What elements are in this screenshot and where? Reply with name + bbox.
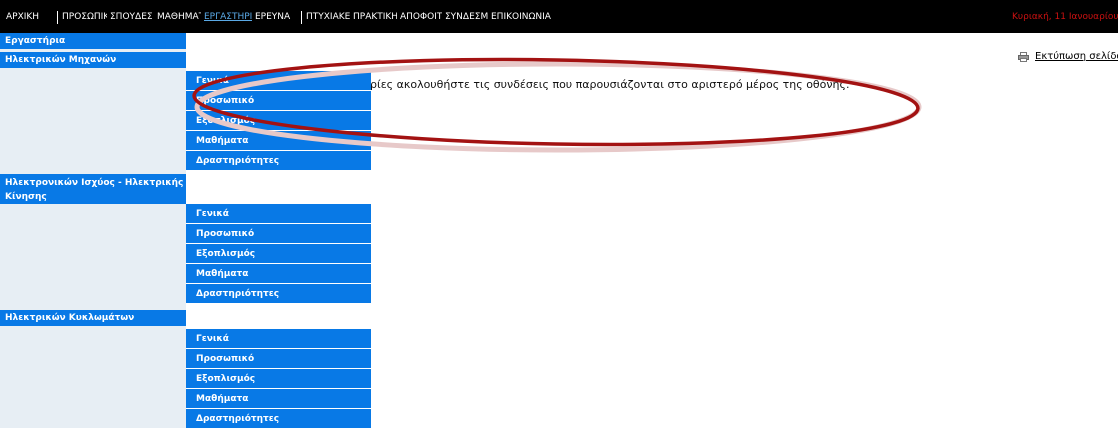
- sidebar-item-equipment[interactable]: Εξοπλισμός: [186, 244, 371, 264]
- sidebar-labs: Εργαστήρια Ηλεκτρικών Μηχανών Γενικά Προ…: [0, 33, 371, 429]
- sidebar-item-general[interactable]: Γενικά: [186, 329, 371, 349]
- nav-item-prosopiko[interactable]: ΠΡΟΣΩΠΙΚΟ: [62, 7, 107, 27]
- nav-separator: [57, 11, 58, 24]
- sidebar-title: Εργαστήρια: [0, 33, 186, 49]
- print-page-link[interactable]: Εκτύπωση σελίδας: [1035, 51, 1118, 62]
- sidebar-item-staff[interactable]: Προσωπικό: [186, 349, 371, 369]
- sidebar-section-power-electronics[interactable]: Ηλεκτρονικών Ισχύος - Ηλεκτρικής Κίνησης: [0, 174, 186, 204]
- sidebar-item-activities[interactable]: Δραστηριότητες: [186, 284, 371, 304]
- sidebar-section-electrical-machines[interactable]: Ηλεκτρικών Μηχανών: [0, 52, 186, 68]
- nav-separator: [301, 11, 302, 24]
- sidebar-item-equipment[interactable]: Εξοπλισμός: [186, 111, 371, 131]
- sidebar-item-activities[interactable]: Δραστηριότητες: [186, 151, 371, 171]
- instruction-text: ρίες ακολουθήστε τις συνδέσεις που παρου…: [370, 78, 850, 91]
- sidebar-item-courses[interactable]: Μαθήματα: [186, 131, 371, 151]
- sidebar-panel-background: [0, 33, 186, 428]
- sidebar-item-courses[interactable]: Μαθήματα: [186, 389, 371, 409]
- nav-item-apofoitoi[interactable]: ΑΠΟΦΟΙΤΟΙ: [400, 7, 442, 27]
- top-navigation-bar: ΑΡΧΙΚΗ ΠΡΟΣΩΠΙΚΟ ΣΠΟΥΔΕΣ ΜΑΘΗΜΑΤΑ ΕΡΓΑΣΤ…: [0, 0, 1118, 33]
- nav-item-syndesmoi[interactable]: ΣΥΝΔΕΣΜΟΙ: [445, 7, 488, 27]
- nav-item-erevna[interactable]: ΕΡΕΥΝΑ: [255, 7, 297, 27]
- nav-item-epikoinonia[interactable]: ΕΠΙΚΟΙΝΩΝΙΑ: [491, 7, 551, 27]
- nav-item-spoudes[interactable]: ΣΠΟΥΔΕΣ: [110, 7, 154, 27]
- sidebar-item-general[interactable]: Γενικά: [186, 71, 371, 91]
- current-date: Κυριακή, 11 Ιανουαρίου 2009: [1012, 12, 1118, 22]
- nav-item-praktiki[interactable]: ΠΡΑΚΤΙΚΗ: [353, 7, 397, 27]
- sidebar-item-equipment[interactable]: Εξοπλισμός: [186, 369, 371, 389]
- nav-item-ptyxiakes[interactable]: ΠΤΥΧΙΑΚΕΣ: [306, 7, 350, 27]
- printer-icon[interactable]: [1018, 52, 1029, 62]
- sidebar-section-electrical-circuits[interactable]: Ηλεκτρικών Κυκλωμάτων: [0, 310, 186, 326]
- sidebar-item-staff[interactable]: Προσωπικό: [186, 224, 371, 244]
- nav-item-mathimata[interactable]: ΜΑΘΗΜΑΤΑ: [157, 7, 201, 27]
- sidebar-item-activities[interactable]: Δραστηριότητες: [186, 409, 371, 429]
- sidebar-item-courses[interactable]: Μαθήματα: [186, 264, 371, 284]
- sidebar-item-staff[interactable]: Προσωπικό: [186, 91, 371, 111]
- nav-item-arxiki[interactable]: ΑΡΧΙΚΗ: [6, 7, 52, 27]
- sidebar-item-general[interactable]: Γενικά: [186, 204, 371, 224]
- nav-item-ergastiria[interactable]: ΕΡΓΑΣΤΗΡΙΑ: [204, 7, 252, 27]
